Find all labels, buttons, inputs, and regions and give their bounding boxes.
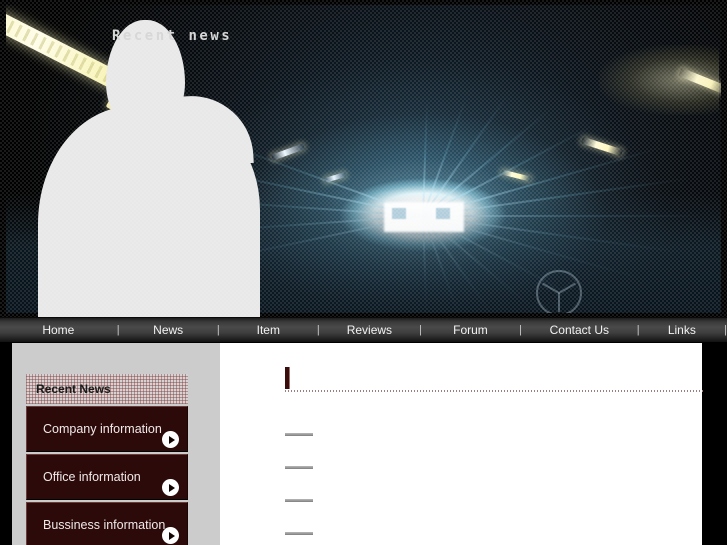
vehicle-window [436,208,450,219]
sidebar-news-button[interactable]: Company information [26,406,188,452]
play-icon[interactable] [162,431,179,448]
panel-title: Recent News [36,382,111,396]
sidebar-news-button-label: Company information [43,422,162,436]
nav-item-reviews[interactable]: Reviews [345,318,394,342]
sidebar-button-list: Company information Office information Bus… [26,406,188,545]
content-header [285,365,703,392]
person-silhouette-placeholder [38,20,260,317]
dotted-divider [285,390,703,392]
page-body: Recent News Company information Office in… [0,341,727,545]
nav-item-news[interactable]: News [151,318,185,342]
hero-banner: Recent news [0,0,727,317]
nav-item-home[interactable]: Home [40,318,76,342]
frame-right-edge [702,341,727,545]
nav-item-links[interactable]: Links [666,318,698,342]
ceiling-light [323,172,347,183]
play-icon[interactable] [162,527,179,544]
nav-item-contact-us[interactable]: Contact Us [548,318,611,342]
silhouette-body [38,106,260,317]
placeholder-line [285,499,313,502]
page-root: Recent news Home | News | Item | Reviews | Forum… [0,0,727,545]
sidebar-news-button[interactable]: Office information [26,454,188,500]
placeholder-line [285,466,313,469]
sidebar-news-button-label: Bussiness information [43,518,166,532]
nav-item-forum[interactable]: Forum [451,318,490,342]
corner-glow [599,45,719,115]
placeholder-line [285,433,313,436]
hero-title: Recent news [112,28,233,44]
sidebar-news-button-label: Office information [43,470,141,484]
sidebar: Recent News Company information Office in… [12,341,220,545]
play-icon[interactable] [162,479,179,496]
nav-item-item[interactable]: Item [255,318,282,342]
panel-header: Recent News [26,374,188,404]
sidebar-news-button[interactable]: Bussiness information [26,502,188,545]
heading-accent-bar [285,367,290,389]
frame-left-edge [0,341,12,545]
steering-wheel-watermark [536,270,582,313]
recent-news-panel: Recent News Company information Office in… [26,374,188,545]
content-placeholder-lines [285,433,313,545]
main-content [220,341,703,545]
main-navigation[interactable]: Home | News | Item | Reviews | Forum | Contact Us |… [0,317,727,343]
ceiling-light [270,143,306,161]
placeholder-line [285,532,313,535]
vehicle-window [392,208,406,219]
ceiling-light [580,136,624,157]
ceiling-light [500,169,532,182]
